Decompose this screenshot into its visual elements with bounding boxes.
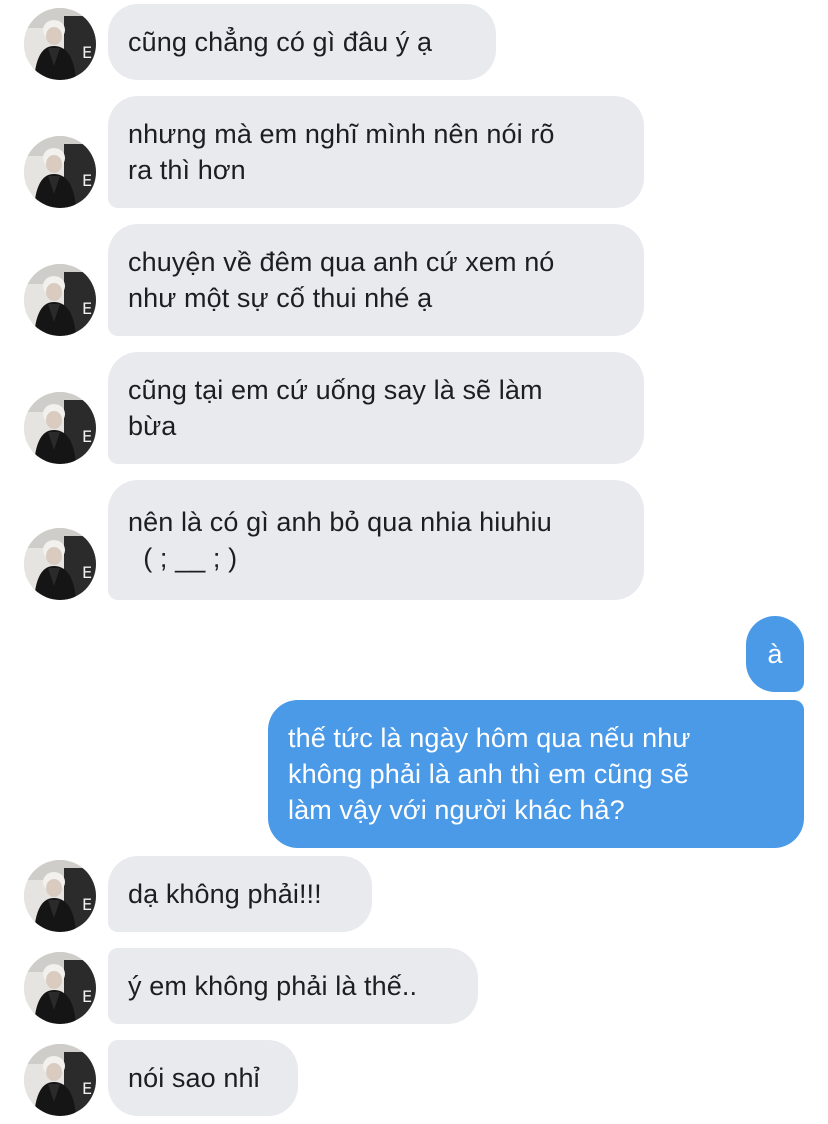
contact-avatar-icon[interactable]: E xyxy=(24,952,96,1024)
incoming-message[interactable]: dạ không phải!!! xyxy=(108,856,372,932)
svg-text:E: E xyxy=(82,427,92,446)
svg-text:E: E xyxy=(82,987,92,1006)
incoming-message[interactable]: nên là có gì anh bỏ qua nhia hiuhiu ( ; … xyxy=(108,480,644,600)
svg-text:E: E xyxy=(82,299,92,318)
outgoing-message[interactable]: thế tức là ngày hôm qua nếu như không ph… xyxy=(268,700,804,848)
incoming-message[interactable]: cũng tại em cứ uống say là sẽ làm bừa xyxy=(108,352,644,464)
incoming-message[interactable]: cũng chẳng có gì đâu ý ạ xyxy=(108,4,496,80)
svg-text:E: E xyxy=(82,1079,92,1098)
incoming-message[interactable]: nhưng mà em nghĩ mình nên nói rõ ra thì … xyxy=(108,96,644,208)
contact-avatar-icon[interactable]: E xyxy=(24,1044,96,1116)
svg-text:E: E xyxy=(82,171,92,190)
contact-avatar-icon[interactable]: E xyxy=(24,136,96,208)
svg-text:E: E xyxy=(82,43,92,62)
svg-text:E: E xyxy=(82,563,92,582)
outgoing-message[interactable]: à xyxy=(746,616,804,692)
incoming-message[interactable]: nói sao nhỉ xyxy=(108,1040,298,1116)
chat-thread: E cũng chẳng có gì đâu ý ạ E nhưng mà em… xyxy=(0,0,828,1124)
contact-avatar-icon[interactable]: E xyxy=(24,392,96,464)
contact-avatar-icon[interactable]: E xyxy=(24,528,96,600)
contact-avatar-icon[interactable]: E xyxy=(24,8,96,80)
incoming-message[interactable]: ý em không phải là thế.. xyxy=(108,948,478,1024)
svg-text:E: E xyxy=(82,895,92,914)
incoming-message[interactable]: chuyện về đêm qua anh cứ xem nó như một … xyxy=(108,224,644,336)
contact-avatar-icon[interactable]: E xyxy=(24,264,96,336)
contact-avatar-icon[interactable]: E xyxy=(24,860,96,932)
